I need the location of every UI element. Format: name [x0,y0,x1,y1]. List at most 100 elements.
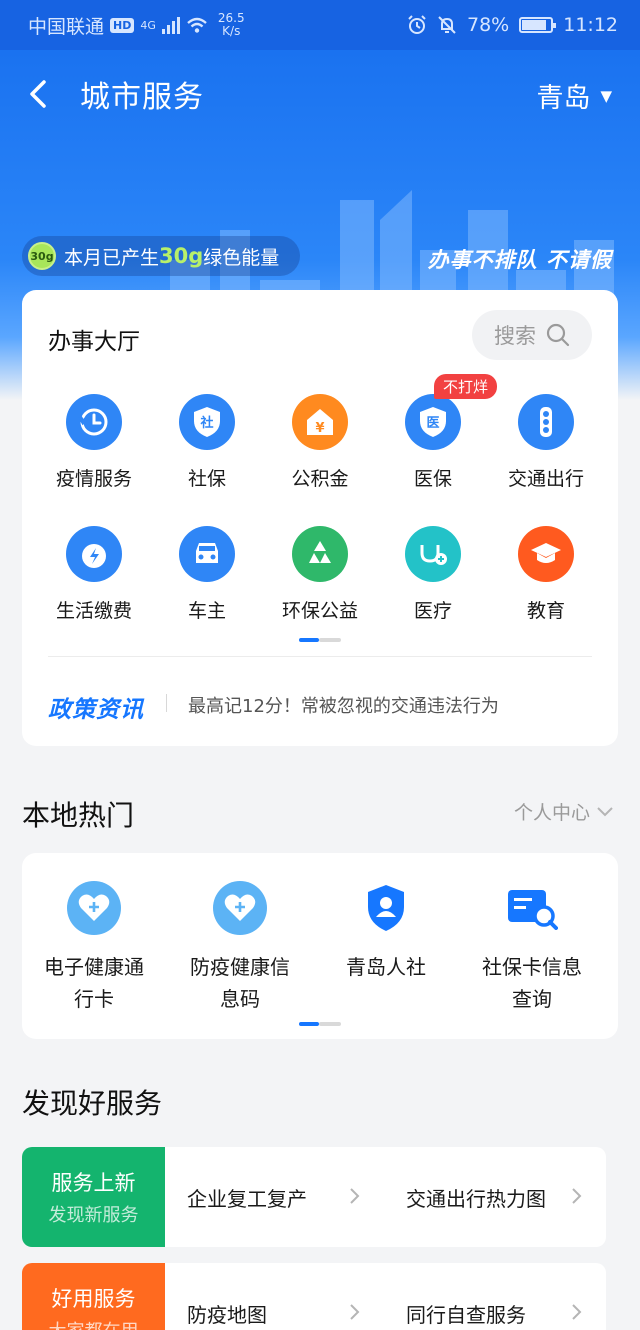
popular-services-tag[interactable]: 好用服务 大家都在用 [22,1263,165,1330]
hot-label-line1: 电子健康通 [44,955,144,979]
service-environment[interactable]: 环保公益 [264,526,376,623]
service-car-owner[interactable]: 车主 [151,526,263,623]
battery-percent: 78% [467,14,510,36]
energy-amount: 30g [159,244,204,268]
house-yen-icon: ¥ [292,394,348,450]
tag-title: 好用服务 [51,1287,136,1311]
svg-text:社: 社 [199,415,213,431]
service-link-resume-work[interactable]: 企业复工复产 [187,1147,307,1247]
energy-suffix: 绿色能量 [203,246,280,269]
traffic-light-icon [518,394,574,450]
battery-icon [519,17,557,33]
policy-news-headline[interactable]: 最高记12分！常被忽视的交通违法行为 [188,692,499,718]
hot-section-title: 本地热门 [22,799,135,832]
shield-person-icon [359,881,413,935]
service-label: 环保公益 [281,600,358,622]
energy-badge-icon: 30g [28,242,56,270]
chevron-right-icon [572,1188,582,1204]
page-title: 城市服务 [80,80,204,115]
discover-row-new: 服务上新 发现新服务 企业复工复产 交通出行热力图 [22,1147,606,1247]
chevron-right-icon [350,1304,360,1320]
hot-item-qingdao-hr[interactable]: 青岛人社 [316,881,456,983]
service-label: 医保 [413,468,452,490]
hd-badge: HD [110,17,135,33]
pager-active-dot [299,638,319,642]
hall-title: 办事大厅 [48,329,140,355]
carrier-label: 中国联通 [28,15,105,38]
service-epidemic[interactable]: 疫情服务 [38,394,150,491]
service-label: 车主 [187,600,226,622]
policy-news-logo: 政策资讯 [48,697,144,723]
service-social-security[interactable]: 社 社保 [151,394,263,491]
hot-services-card: 电子健康通 行卡 防疫健康信 息码 青岛人社 社保卡信息 查询 [22,853,618,1039]
service-label: 公积金 [291,468,349,490]
policy-separator [166,694,167,712]
hot-label-line2: 行卡 [74,987,114,1011]
mute-bell-icon [438,16,456,34]
personal-center-link[interactable]: 个人中心 [514,798,614,825]
heart-plus-icon [213,881,267,935]
car-icon [179,526,235,582]
svg-text:医: 医 [426,416,439,431]
hot-label-line2: 查询 [512,987,552,1011]
card-divider [48,656,592,657]
city-selector[interactable]: 青岛 ▼ [536,76,612,115]
search-label: 搜索 [494,324,536,348]
pager-inactive-dot [319,638,341,642]
shield-she-icon: 社 [179,394,235,450]
service-medical-insurance[interactable]: 医 医保 [377,394,489,491]
clock-refresh-icon [66,394,122,450]
personal-center-label: 个人中心 [513,802,590,824]
service-label: 交通出行 [507,468,584,490]
recycle-icon [292,526,348,582]
service-link-epidemic-map[interactable]: 防疫地图 [187,1263,267,1330]
hot-item-health-code[interactable]: 防疫健康信 息码 [170,881,310,1015]
discover-section-title: 发现好服务 [22,1087,163,1120]
stethoscope-icon [405,526,461,582]
hero-slogan: 办事不排队 不请假 [427,248,612,272]
chevron-right-icon [572,1304,582,1320]
service-medical[interactable]: 医疗 [377,526,489,623]
tag-title: 服务上新 [51,1171,136,1195]
green-energy-pill[interactable]: 30g 本月已产生 30g 绿色能量 [22,236,300,276]
service-link-companion-check[interactable]: 同行自查服务 [406,1263,526,1330]
clock-time: 11:12 [563,14,618,36]
status-bar: 中国联通 HD 4G 26.5 K/s 78% 11:12 [0,0,640,50]
hot-label-line2: 息码 [220,987,260,1011]
heart-plus-icon [67,881,121,935]
service-label: 教育 [526,600,565,622]
service-traffic[interactable]: 交通出行 [490,394,602,491]
network-type: 4G [140,18,156,32]
service-label: 生活缴费 [55,600,132,622]
service-housing-fund[interactable]: ¥ 公积金 [264,394,376,491]
back-arrow-icon[interactable] [24,76,54,112]
wifi-icon [187,17,207,33]
search-button[interactable]: 搜索 [472,310,592,360]
chevron-right-icon [350,1188,360,1204]
alarm-icon [408,15,426,34]
pager-inactive-dot [319,1022,341,1026]
svg-text:¥: ¥ [315,421,324,436]
discover-row-popular: 好用服务 大家都在用 防疫地图 同行自查服务 [22,1263,606,1330]
new-services-tag[interactable]: 服务上新 发现新服务 [22,1147,165,1247]
chevron-down-icon [597,806,613,816]
service-link-traffic-heatmap[interactable]: 交通出行热力图 [406,1147,546,1247]
hot-label-line1: 青岛人社 [346,955,426,979]
service-education[interactable]: 教育 [490,526,602,623]
service-utility-bills[interactable]: 生活缴费 [38,526,150,623]
shield-yi-icon: 医 [405,394,461,450]
open-24h-badge: 不打烊 [434,374,498,399]
pager-active-dot [299,1022,319,1026]
energy-prefix: 本月已产生 [64,246,160,269]
service-label: 社保 [187,468,226,490]
tag-subtitle: 大家都在用 [22,1317,165,1330]
hot-label-line1: 社保卡信息 [482,955,582,979]
service-hall-card: 办事大厅 搜索 疫情服务 社 社保 ¥ 公积金 医 医保 交通出行 不打烊 生活… [22,290,618,746]
tag-subtitle: 发现新服务 [48,1205,139,1226]
search-icon [546,323,570,347]
caret-down-icon: ▼ [600,86,612,105]
network-speed: 26.5 K/s [218,12,245,38]
hot-item-card-query[interactable]: 社保卡信息 查询 [462,881,602,1015]
card-search-icon [505,881,559,935]
hot-item-health-pass[interactable]: 电子健康通 行卡 [24,881,164,1015]
